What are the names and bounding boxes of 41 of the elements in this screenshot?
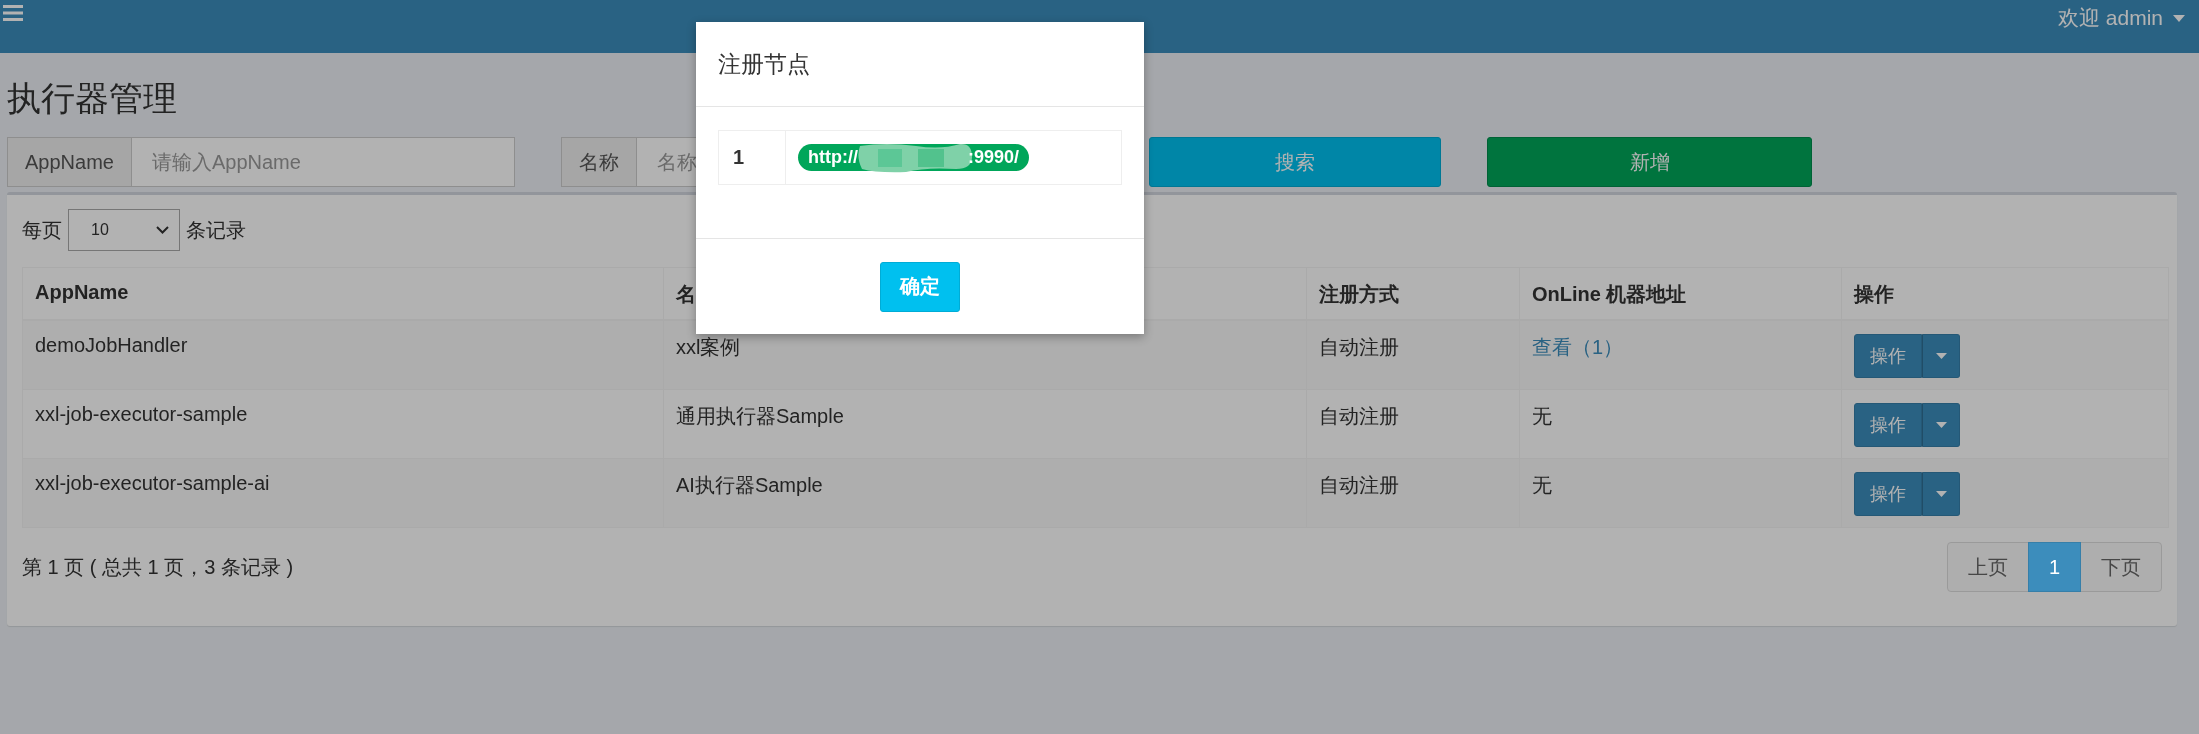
caret-icon <box>1935 491 1947 497</box>
table-cell: 无 <box>1519 389 1842 459</box>
view-link[interactable]: 查看（1） <box>1532 336 1624 358</box>
per-page-label: 每页 <box>22 217 62 243</box>
user-menu[interactable]: 欢迎 admin <box>2057 4 2185 32</box>
table-cell: 自动注册 <box>1306 458 1520 528</box>
address-badge: http:// :9990/ <box>798 144 1030 171</box>
records-label: 条记录 <box>186 217 246 243</box>
table-cell: xxl-job-executor-sample <box>22 389 664 459</box>
table-cell: 自动注册 <box>1306 320 1520 390</box>
dropdown-toggle[interactable] <box>1922 472 1960 516</box>
menu-icon[interactable] <box>3 5 23 21</box>
page-title: 执行器管理 <box>7 78 177 119</box>
page-summary: 第 1 页 ( 总共 1 页，3 条记录 ) <box>22 554 294 580</box>
action-button[interactable]: 操作 <box>1854 403 1922 447</box>
caret-icon <box>1935 422 1947 428</box>
table-cell: 通用执行器Sample <box>663 389 1307 459</box>
table-cell: 自动注册 <box>1306 389 1520 459</box>
caret-icon <box>2173 14 2185 22</box>
caret-icon <box>1935 353 1947 359</box>
modal-title: 注册节点 <box>718 49 810 79</box>
table-cell: 1 <box>718 130 786 185</box>
page-size-select[interactable]: 10 <box>68 209 180 251</box>
confirm-button[interactable]: 确定 <box>880 261 960 312</box>
dropdown-toggle[interactable] <box>1922 334 1960 378</box>
page-button[interactable]: 上页 <box>1946 542 2029 592</box>
table-cell: xxl-job-executor-sample-ai <box>22 458 664 528</box>
action-button[interactable]: 操作 <box>1854 472 1922 516</box>
chevron-icon <box>156 226 169 234</box>
add-button[interactable]: 新增 <box>1487 137 1812 187</box>
filter-input[interactable]: 请输入AppName <box>131 137 515 187</box>
field-label: AppName <box>7 137 132 187</box>
table-cell: 无 <box>1519 458 1842 528</box>
table-cell: demoJobHandler <box>22 320 664 390</box>
dropdown-toggle[interactable] <box>1922 403 1960 447</box>
page-button[interactable]: 1 <box>2027 542 2081 592</box>
table-cell: AI执行器Sample <box>663 458 1307 528</box>
page-button[interactable]: 下页 <box>2080 542 2162 592</box>
search-button[interactable]: 搜索 <box>1149 137 1441 187</box>
action-button[interactable]: 操作 <box>1854 334 1922 378</box>
field-label: 名称 <box>561 137 637 187</box>
